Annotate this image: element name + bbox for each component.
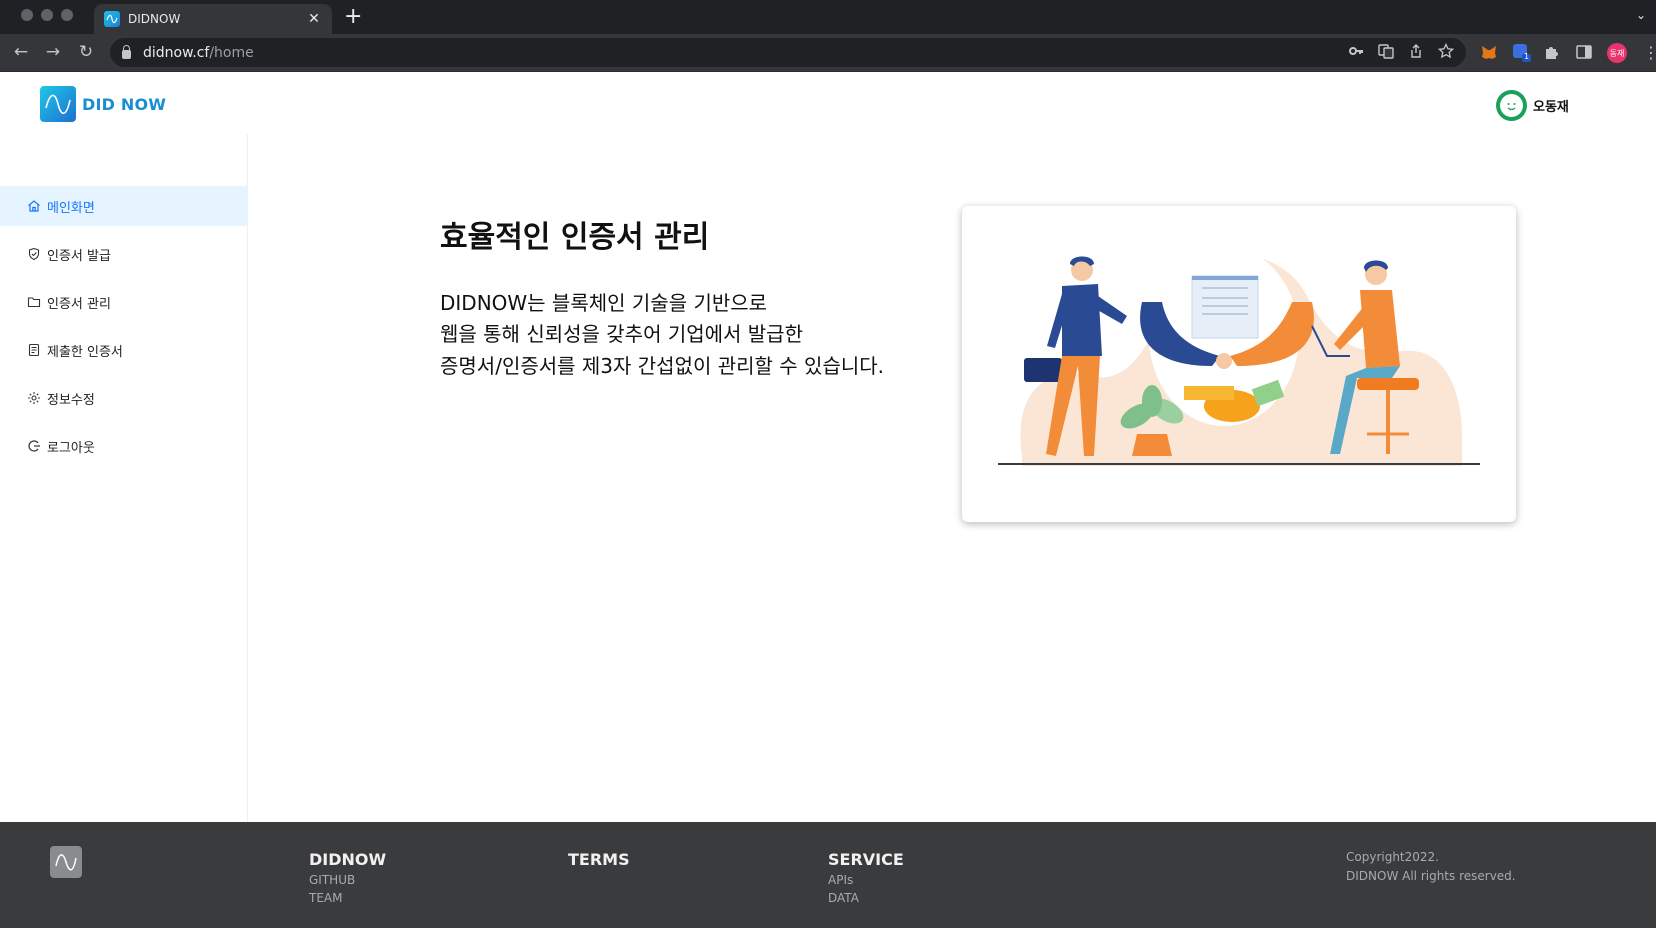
description-line: DIDNOW는 블록체인 기술을 기반으로 (440, 291, 768, 315)
copyright-line: DIDNOW All rights reserved. (1346, 869, 1516, 883)
footer-link-team[interactable]: TEAM (309, 891, 386, 905)
window-zoom-dot[interactable] (61, 9, 73, 21)
footer-column-didnow: DIDNOW GITHUB TEAM (309, 850, 386, 905)
description-line: 증명서/인증서를 제3자 간섭없이 관리할 수 있습니다. (440, 354, 885, 378)
user-menu[interactable]: 오동재 (1496, 90, 1569, 121)
key-icon[interactable] (1348, 43, 1364, 63)
footer-link-github[interactable]: GITHUB (309, 873, 386, 887)
page: DID NOW 오동재 메인화면 인증서 발급 인증서 관리 제출한 인증서 정… (0, 72, 1656, 822)
tab-title: DIDNOW (128, 12, 181, 26)
sidebar-item-label: 인증서 관리 (47, 296, 111, 312)
footer-heading: DIDNOW (309, 850, 387, 869)
sidebar-item-submitted-certificate[interactable]: 제출한 인증서 (0, 330, 248, 370)
shield-check-icon (27, 247, 41, 261)
handshake-illustration (998, 246, 1480, 466)
translate-icon[interactable] (1378, 43, 1394, 63)
footer-heading: SERVICE (828, 850, 904, 869)
tab-search-chevron-icon[interactable]: ⌄ (1636, 8, 1646, 22)
footer-column-terms: TERMS (568, 850, 630, 869)
sidebar-item-logout[interactable]: 로그아웃 (0, 426, 248, 466)
sidebar-item-manage-certificate[interactable]: 인증서 관리 (0, 282, 248, 322)
user-name: 오동재 (1533, 100, 1569, 115)
bookmark-star-icon[interactable] (1437, 42, 1455, 63)
browser-tab-bar: DIDNOW ✕ + ⌄ (0, 0, 1656, 34)
footer-logo-icon[interactable] (50, 846, 82, 878)
browser-tab[interactable]: DIDNOW ✕ (94, 4, 332, 34)
folder-icon (27, 295, 41, 309)
sidebar-item-label: 로그아웃 (47, 440, 95, 456)
favicon-icon (104, 11, 120, 27)
reload-icon[interactable]: ↻ (75, 42, 97, 62)
footer: DIDNOW GITHUB TEAM TERMS SERVICE APIs DA… (0, 822, 1656, 928)
sidebar-item-home[interactable]: 메인화면 (0, 186, 248, 226)
window-close-dot[interactable] (21, 9, 33, 21)
gear-icon (27, 391, 41, 405)
address-bar[interactable]: didnow.cf/home (110, 38, 1466, 67)
browser-toolbar: ← → ↻ didnow.cf/home 1 동재 ⋮ (0, 34, 1656, 72)
description-line: 웹을 통해 신뢰성을 갖추어 기업에서 발급한 (440, 322, 803, 346)
footer-link-apis[interactable]: APIs (828, 873, 904, 887)
sidebar-item-label: 정보수정 (47, 392, 95, 408)
user-avatar-icon (1496, 90, 1527, 121)
sidebar-item-label: 인증서 발급 (47, 248, 111, 264)
footer-link-data[interactable]: DATA (828, 891, 904, 905)
footer-column-service: SERVICE APIs DATA (828, 850, 904, 905)
document-icon (27, 343, 41, 357)
window-minimize-dot[interactable] (41, 9, 53, 21)
extension-badge-count: 1 (1524, 52, 1530, 61)
back-arrow-icon[interactable]: ← (10, 42, 32, 62)
side-panel-icon[interactable] (1575, 43, 1593, 61)
logo-text: DID NOW (82, 94, 167, 114)
sidebar: 메인화면 인증서 발급 인증서 관리 제출한 인증서 정보수정 로그아웃 (0, 134, 248, 822)
copyright-line: Copyright2022. (1346, 850, 1439, 864)
page-title: 효율적인 인증서 관리 (440, 220, 710, 255)
home-icon (27, 199, 41, 213)
new-tab-button[interactable]: + (344, 6, 362, 28)
logout-icon (27, 439, 41, 453)
extensions-puzzle-icon[interactable] (1543, 43, 1561, 61)
logo-wave-icon (40, 86, 76, 122)
browser-menu-icon[interactable]: ⋮ (1643, 43, 1656, 62)
footer-heading[interactable]: TERMS (568, 850, 630, 869)
tab-close-icon[interactable]: ✕ (306, 11, 322, 27)
profile-avatar[interactable]: 동재 (1607, 43, 1627, 63)
forward-arrow-icon[interactable]: → (42, 42, 64, 62)
site-logo[interactable]: DID NOW (40, 86, 166, 122)
metamask-fox-icon[interactable] (1480, 43, 1498, 61)
sidebar-item-issue-certificate[interactable]: 인증서 발급 (0, 234, 248, 274)
copyright: Copyright2022. DIDNOW All rights reserve… (1346, 848, 1516, 886)
lock-icon[interactable] (122, 44, 131, 59)
share-icon[interactable] (1408, 43, 1424, 63)
url-path: /home (209, 44, 254, 61)
illustration-card (962, 206, 1516, 522)
sidebar-item-label: 메인화면 (47, 200, 95, 216)
url-host: didnow.cf (143, 44, 210, 61)
sidebar-item-edit-profile[interactable]: 정보수정 (0, 378, 248, 418)
extension-badge-icon[interactable]: 1 (1512, 43, 1531, 62)
sidebar-item-label: 제출한 인증서 (47, 344, 123, 360)
